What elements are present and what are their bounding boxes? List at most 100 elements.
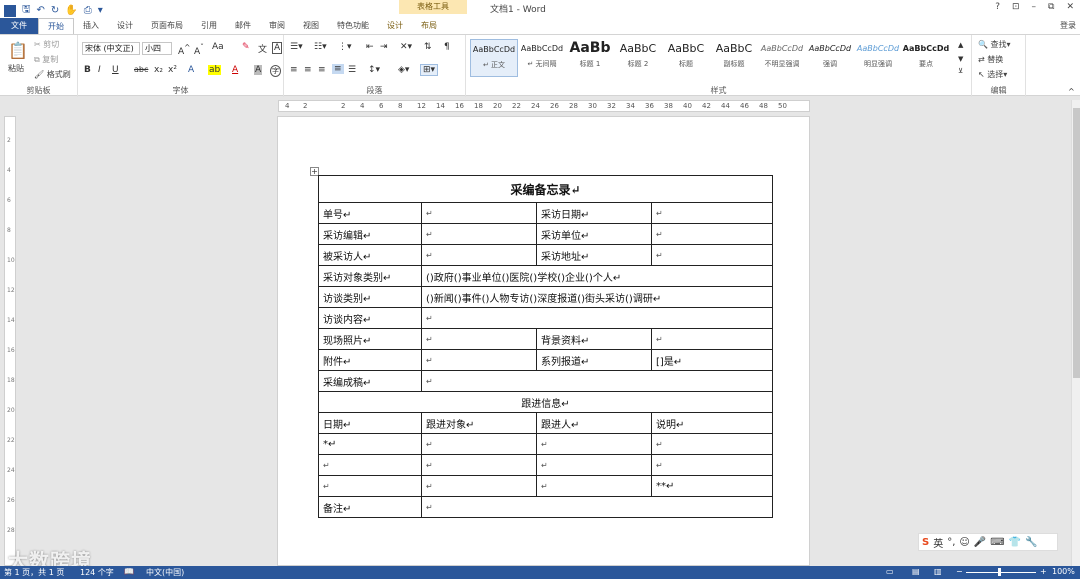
- font-name-select[interactable]: 宋体 (中文正): [82, 42, 140, 55]
- restore-button[interactable]: ⧉: [1048, 2, 1054, 12]
- zoom-level[interactable]: 100%: [1052, 567, 1075, 576]
- table-cell[interactable]: ↵: [318, 454, 422, 476]
- table-title[interactable]: 采编备忘录↵: [318, 175, 773, 203]
- tab-mailings[interactable]: 邮件: [226, 18, 260, 34]
- replace-button[interactable]: ⇄ 替换: [978, 54, 1003, 65]
- table-cell[interactable]: ↵: [421, 496, 773, 518]
- table-cell[interactable]: ()新闻()事件()人物专访()深度报道()街头采访()调研↵: [421, 286, 773, 308]
- table-cell[interactable]: ↵: [421, 244, 537, 266]
- table-cell[interactable]: *↵: [318, 433, 422, 455]
- table-cell[interactable]: ↵: [318, 475, 422, 497]
- select-button[interactable]: ↖ 选择▾: [978, 69, 1007, 80]
- vertical-ruler[interactable]: 2 4 6 8 10 12 14 16 18 20 22 24 26 28: [4, 116, 16, 566]
- shading-icon[interactable]: ◈▾: [398, 65, 409, 75]
- memo-table[interactable]: 采编备忘录↵ 单号↵ ↵ 采访日期↵ ↵ 采访编辑↵ ↵ 采访单位↵ ↵ 被采访…: [318, 175, 773, 518]
- tab-page-layout[interactable]: 页面布局: [142, 18, 192, 34]
- tab-table-design[interactable]: 设计: [378, 18, 412, 34]
- cut-button[interactable]: ✂ 剪切: [34, 39, 59, 50]
- italic-icon[interactable]: I: [98, 65, 101, 75]
- ribbon-display-button[interactable]: ⊡: [1012, 2, 1020, 12]
- table-cell[interactable]: []是↵: [651, 349, 773, 371]
- proofing-icon[interactable]: 📖: [124, 567, 134, 576]
- grow-font-icon[interactable]: A^: [178, 43, 190, 57]
- bullets-icon[interactable]: ☰▾: [290, 42, 303, 52]
- table-cell[interactable]: ↵: [421, 475, 537, 497]
- distributed-icon[interactable]: ☰: [348, 65, 356, 75]
- table-cell[interactable]: **↵: [651, 475, 773, 497]
- ime-toolbar[interactable]: S 英 °, ☺ 🎤 ⌨ 👕 🔧: [918, 533, 1058, 551]
- tab-file[interactable]: 文件: [0, 18, 38, 34]
- style-title[interactable]: AaBbC 标题: [662, 39, 710, 77]
- scrollbar-thumb[interactable]: [1073, 108, 1080, 378]
- char-border-icon[interactable]: A: [272, 42, 283, 54]
- zoom-slider[interactable]: [966, 572, 1036, 573]
- table-cell[interactable]: ↵: [421, 454, 537, 476]
- print-layout-icon[interactable]: ▤: [912, 567, 920, 576]
- style-heading-2[interactable]: AaBbC 标题 2: [614, 39, 662, 77]
- bold-icon[interactable]: B: [84, 65, 91, 75]
- table-cell[interactable]: ↵: [421, 349, 537, 371]
- copy-button[interactable]: ⧉ 复制: [34, 54, 58, 65]
- phonetic-guide-icon[interactable]: 文: [258, 42, 267, 55]
- tab-review[interactable]: 审阅: [260, 18, 294, 34]
- save-icon[interactable]: 🖫: [22, 2, 31, 19]
- skin-icon[interactable]: 👕: [1009, 537, 1021, 548]
- table-cell[interactable]: ↵: [536, 475, 652, 497]
- numbering-icon[interactable]: ☷▾: [314, 42, 327, 52]
- char-shading-icon[interactable]: A: [254, 65, 263, 75]
- subscript-icon[interactable]: x₂: [154, 65, 163, 75]
- table-cell[interactable]: 现场照片↵: [318, 328, 422, 350]
- ime-mode-label[interactable]: 英: [933, 535, 943, 550]
- align-left-icon[interactable]: ≡: [290, 65, 298, 75]
- chinese-layout-icon[interactable]: ✕▾: [400, 42, 412, 52]
- customize-qat-icon[interactable]: ▾: [98, 5, 103, 16]
- table-cell[interactable]: ()政府()事业单位()医院()学校()企业()个人↵: [421, 265, 773, 287]
- decrease-indent-icon[interactable]: ⇤: [366, 42, 374, 52]
- table-cell[interactable]: 访谈类别↵: [318, 286, 422, 308]
- tab-home[interactable]: 开始: [38, 18, 74, 34]
- table-cell[interactable]: ↵: [421, 202, 537, 224]
- style-emphasis[interactable]: AaBbCcDd 强调: [806, 39, 854, 77]
- style-strong[interactable]: AaBbCcDd 要点: [902, 39, 950, 77]
- followup-title[interactable]: 跟进信息↵: [318, 391, 773, 413]
- table-cell[interactable]: 采访对象类别↵: [318, 265, 422, 287]
- close-button[interactable]: ✕: [1066, 2, 1074, 12]
- tools-icon[interactable]: 🔧: [1025, 537, 1037, 548]
- keyboard-icon[interactable]: ⌨: [990, 537, 1004, 548]
- vertical-scrollbar[interactable]: [1071, 100, 1080, 566]
- table-cell[interactable]: 采访地址↵: [536, 244, 652, 266]
- align-center-icon[interactable]: ≡: [304, 65, 312, 75]
- table-cell[interactable]: ↵: [651, 454, 773, 476]
- highlight-icon[interactable]: ab: [208, 65, 222, 75]
- web-layout-icon[interactable]: ▥: [934, 567, 942, 576]
- table-cell[interactable]: 被采访人↵: [318, 244, 422, 266]
- touch-mode-icon[interactable]: ✋: [65, 5, 77, 16]
- styles-scroll-down-icon[interactable]: ▼: [958, 55, 963, 63]
- align-right-icon[interactable]: ≡: [318, 65, 326, 75]
- style-normal[interactable]: AaBbCcDd ↵ 正文: [470, 39, 518, 77]
- tab-table-layout[interactable]: 布局: [412, 18, 446, 34]
- read-mode-icon[interactable]: ▭: [886, 567, 894, 576]
- clear-format-icon[interactable]: ✎: [242, 42, 250, 52]
- style-no-spacing[interactable]: AaBbCcDd ↵ 无间隔: [518, 39, 566, 77]
- show-marks-icon[interactable]: ¶: [444, 42, 450, 52]
- table-cell[interactable]: ↵: [421, 370, 773, 392]
- table-cell[interactable]: ↵: [421, 328, 537, 350]
- text-effects-icon[interactable]: A: [188, 65, 194, 75]
- find-button[interactable]: 🔍 查找▾: [978, 39, 1011, 50]
- increase-indent-icon[interactable]: ⇥: [380, 42, 388, 52]
- tab-design[interactable]: 设计: [108, 18, 142, 34]
- shrink-font-icon[interactable]: Aˇ: [194, 43, 204, 57]
- table-cell[interactable]: 采访日期↵: [536, 202, 652, 224]
- help-button[interactable]: ?: [995, 2, 1000, 12]
- styles-more-icon[interactable]: ⊻: [958, 67, 963, 75]
- table-cell[interactable]: ↵: [421, 433, 537, 455]
- superscript-icon[interactable]: x²: [168, 65, 177, 75]
- table-cell[interactable]: 访谈内容↵: [318, 307, 422, 329]
- word-count[interactable]: 124 个字: [80, 567, 114, 578]
- strikethrough-icon[interactable]: abc: [134, 65, 148, 74]
- table-cell[interactable]: 采访单位↵: [536, 223, 652, 245]
- multilevel-list-icon[interactable]: ⋮▾: [338, 42, 352, 52]
- style-subtitle[interactable]: AaBbC 副标题: [710, 39, 758, 77]
- table-header-cell[interactable]: 跟进对象↵: [421, 412, 537, 434]
